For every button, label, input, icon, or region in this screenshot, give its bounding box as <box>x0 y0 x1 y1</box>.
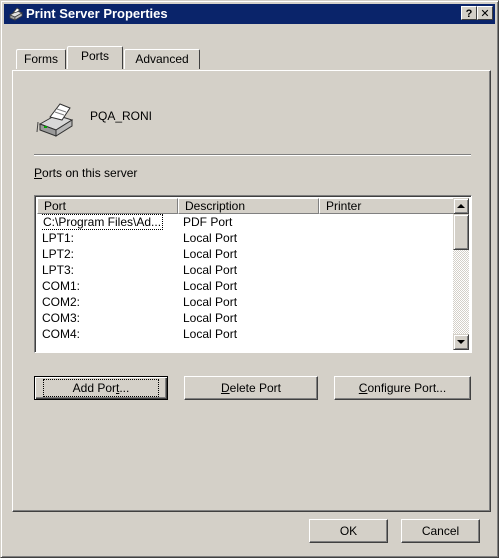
port-cell: COM2: <box>42 295 81 309</box>
list-item[interactable]: COM3: Local Port <box>37 310 455 326</box>
delete-port-button[interactable]: Delete Port <box>184 376 318 400</box>
column-header-description[interactable]: Description <box>178 198 319 214</box>
port-cell: LPT1: <box>42 231 75 245</box>
port-cell: LPT3: <box>42 263 75 277</box>
scroll-down-button[interactable] <box>453 334 469 350</box>
description-cell: Local Port <box>183 247 238 261</box>
configure-port-button[interactable]: Configure Port... <box>334 376 471 400</box>
port-cell: C:\Program Files\Ad... <box>42 214 164 230</box>
scroll-up-button[interactable] <box>453 198 469 214</box>
ok-button[interactable]: OK <box>309 519 388 543</box>
server-name: PQA_RONI <box>90 109 153 123</box>
port-cell: LPT2: <box>42 247 75 261</box>
port-cell: COM4: <box>42 327 81 341</box>
description-cell: Local Port <box>183 231 238 245</box>
window-title: Print Server Properties <box>26 6 168 21</box>
printer-icon <box>36 103 74 137</box>
cancel-button[interactable]: Cancel <box>401 519 480 543</box>
description-cell: PDF Port <box>183 215 233 229</box>
vertical-scrollbar[interactable] <box>453 198 469 350</box>
list-item[interactable]: C:\Program Files\Ad... PDF Port <box>37 214 455 230</box>
print-server-properties-dialog: Print Server Properties ? ✕ Forms Ports … <box>0 0 499 558</box>
description-cell: Local Port <box>183 295 238 309</box>
port-cell: COM3: <box>42 311 81 325</box>
column-header-port[interactable]: Port <box>37 198 178 214</box>
close-button[interactable]: ✕ <box>477 6 493 20</box>
list-item[interactable]: COM4: Local Port <box>37 326 455 342</box>
description-cell: Local Port <box>183 327 238 341</box>
add-port-button[interactable]: Add Port... <box>34 376 168 400</box>
list-item[interactable]: LPT1: Local Port <box>37 230 455 246</box>
help-button[interactable]: ? <box>461 6 477 20</box>
separator-line <box>34 154 471 156</box>
description-cell: Local Port <box>183 263 238 277</box>
tab-forms[interactable]: Forms <box>16 49 66 69</box>
description-cell: Local Port <box>183 279 238 293</box>
list-item[interactable]: LPT3: Local Port <box>37 262 455 278</box>
tab-advanced[interactable]: Advanced <box>124 49 200 69</box>
ports-on-server-label: Ports on this server <box>34 166 138 180</box>
title-bar[interactable]: Print Server Properties ? ✕ <box>4 4 495 24</box>
ports-list[interactable]: Port Description Printer C:\Program File… <box>34 195 472 353</box>
list-item[interactable]: COM2: Local Port <box>37 294 455 310</box>
tab-ports[interactable]: Ports <box>67 46 123 69</box>
list-item[interactable]: LPT2: Local Port <box>37 246 455 262</box>
chevron-down-icon <box>457 340 465 344</box>
description-cell: Local Port <box>183 311 238 325</box>
printer-title-icon <box>9 7 23 21</box>
add-port-label: Add Port... <box>42 379 160 397</box>
scrollbar-thumb[interactable] <box>453 214 469 250</box>
chevron-up-icon <box>457 204 465 208</box>
column-header-printer[interactable]: Printer <box>319 198 455 214</box>
ports-tab-panel: PQA_RONI Ports on this server Port Descr… <box>12 70 491 512</box>
list-item[interactable]: COM1: Local Port <box>37 278 455 294</box>
port-cell: COM1: <box>42 279 81 293</box>
